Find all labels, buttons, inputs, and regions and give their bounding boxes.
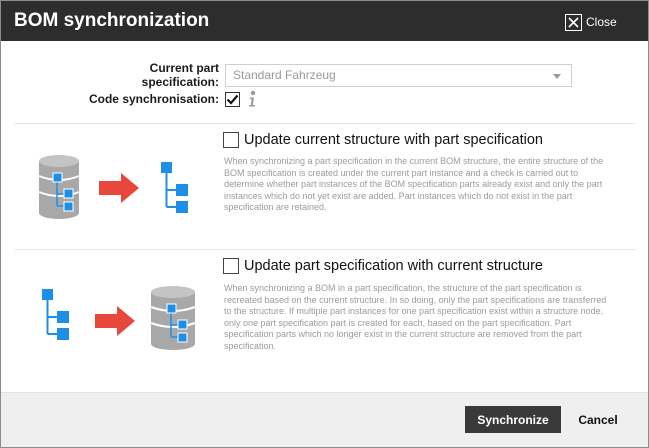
option2-illustration <box>42 286 196 350</box>
option-title: Update current structure with part speci… <box>244 132 543 148</box>
option-update-part-spec: Update part specification with current s… <box>223 258 543 274</box>
option-update-structure: Update current structure with part speci… <box>223 132 543 148</box>
update-part-spec-checkbox[interactable] <box>223 258 239 274</box>
dialog-footer: Synchronize Cancel <box>1 392 648 447</box>
bom-sync-dialog: BOM synchronization Close Current part s… <box>0 0 649 448</box>
cancel-button[interactable]: Cancel <box>573 406 623 433</box>
part-spec-select[interactable]: Standard Fahrzeug <box>225 63 572 87</box>
option1-illustration <box>38 155 188 219</box>
option-description: When synchronizing a BOM in a part speci… <box>224 283 607 351</box>
structure-tree-icon <box>161 162 188 213</box>
close-label: Close <box>586 15 617 29</box>
arrow-right-icon <box>95 306 135 336</box>
arrow-right-icon <box>99 173 139 203</box>
code-sync-label: Code synchronisation: <box>88 92 219 106</box>
close-icon <box>565 13 582 31</box>
database-icon <box>150 286 196 350</box>
option-title: Update part specification with current s… <box>244 258 543 274</box>
update-structure-checkbox[interactable] <box>223 132 239 148</box>
separator <box>15 123 636 124</box>
code-sync-checkbox[interactable] <box>225 91 240 107</box>
structure-tree-icon <box>42 289 69 340</box>
info-icon[interactable] <box>246 90 258 108</box>
part-spec-value: Standard Fahrzeug <box>233 67 336 82</box>
option-description: When synchronizing a part specification … <box>224 156 604 213</box>
close-button[interactable]: Close <box>565 12 625 32</box>
code-sync-row: Code synchronisation: <box>71 90 258 108</box>
title-bar: BOM synchronization Close <box>1 1 648 41</box>
part-spec-label: Current part specification: <box>141 61 219 89</box>
part-spec-row: Current part specification: Standard Fah… <box>71 61 572 89</box>
synchronize-button[interactable]: Synchronize <box>465 406 561 433</box>
checkmark-icon <box>226 94 239 105</box>
separator <box>15 249 636 250</box>
database-icon <box>38 155 80 219</box>
chevron-down-icon <box>553 73 561 79</box>
dialog-title: BOM synchronization <box>14 10 210 31</box>
